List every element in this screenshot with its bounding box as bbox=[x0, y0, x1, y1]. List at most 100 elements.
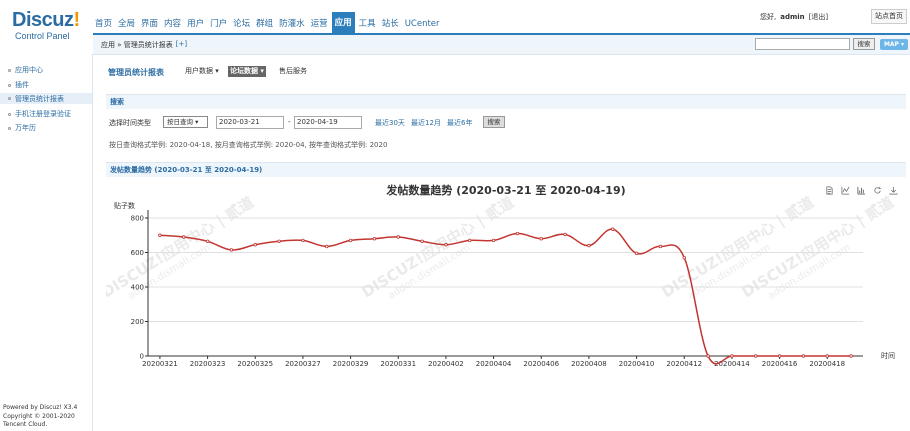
sidebar-item[interactable]: 插件 bbox=[8, 80, 29, 90]
time-type-select[interactable]: 按日查询 ▾ bbox=[163, 116, 208, 128]
date-from-input[interactable]: 2020-03-21 bbox=[216, 116, 284, 129]
greeting-prefix: 您好, bbox=[760, 13, 777, 21]
x-tick-label: 20200402 bbox=[428, 360, 464, 368]
nav-item[interactable]: UCenter bbox=[403, 14, 442, 34]
x-tick-label: 20200327 bbox=[285, 360, 321, 368]
data-point bbox=[372, 237, 377, 241]
data-point bbox=[563, 232, 567, 237]
nav-item[interactable]: 用户 bbox=[185, 14, 206, 34]
logout-link[interactable]: [退出] bbox=[809, 12, 828, 22]
nav-item[interactable]: 门户 bbox=[208, 14, 229, 34]
admin-search-input[interactable] bbox=[755, 38, 850, 50]
x-tick-label: 20200410 bbox=[619, 360, 655, 368]
nav-item[interactable]: 运营 bbox=[309, 14, 330, 34]
tab-forum-data[interactable]: 论坛数据 ▾ bbox=[228, 66, 266, 77]
last-30-days-link[interactable]: 最近30天 bbox=[375, 118, 405, 128]
top-nav: 首页 全局 界面 内容 用户 门户 论坛 群组 防灌水 运营 应用 工具 站长 UCenter bbox=[93, 10, 444, 34]
admin-search-button[interactable]: 搜索 bbox=[853, 38, 875, 50]
data-point bbox=[325, 244, 329, 249]
data-point bbox=[849, 354, 853, 358]
data-point bbox=[634, 251, 639, 256]
nav-item[interactable]: 防灌水 bbox=[277, 14, 307, 34]
data-point bbox=[158, 233, 162, 237]
y-tick-label: 600 bbox=[131, 249, 144, 257]
data-point bbox=[301, 238, 305, 243]
line-chart: DISCUZ!应用中心 | 贰道addon.dismall.com DISCUZ!… bbox=[106, 183, 898, 368]
nav-item[interactable]: 群组 bbox=[254, 14, 275, 34]
sidebar-item-label: 管理员统计报表 bbox=[15, 94, 64, 103]
data-point bbox=[706, 354, 710, 358]
nav-item[interactable]: 应用 bbox=[331, 12, 355, 34]
y-tick-label: 400 bbox=[131, 284, 144, 292]
powered-by: Powered by Discuz! X3.4 Copyright © 2001… bbox=[3, 404, 77, 430]
x-tick-label: 20200404 bbox=[476, 360, 512, 368]
data-point bbox=[348, 238, 353, 243]
x-tick-label: 20200406 bbox=[523, 360, 559, 368]
data-point bbox=[611, 227, 615, 231]
breadcrumb: 应用 » 管理员统计报表 [+] bbox=[101, 40, 187, 50]
search-section-header: 搜索 bbox=[106, 94, 906, 109]
nav-item[interactable]: 全局 bbox=[116, 14, 137, 34]
data-point bbox=[539, 237, 543, 241]
nav-item[interactable]: 论坛 bbox=[231, 14, 252, 34]
data-point bbox=[587, 243, 591, 248]
x-tick-label: 20200412 bbox=[666, 360, 702, 368]
powered-line-1: Powered by Discuz! X3.4 bbox=[3, 404, 78, 411]
site-home-button[interactable]: 站点首页 bbox=[871, 9, 907, 24]
sidebar-item[interactable]: 万年历 bbox=[8, 123, 36, 133]
powered-line-3: Tencent Cloud. bbox=[3, 421, 48, 428]
nav-item[interactable]: 首页 bbox=[93, 14, 114, 34]
x-tick-label: 20200418 bbox=[809, 360, 845, 368]
page-title: 管理员统计报表 bbox=[108, 68, 164, 77]
tab-user-data[interactable]: 用户数据 ▾ bbox=[183, 66, 221, 77]
data-point bbox=[730, 354, 734, 358]
sidebar-item[interactable]: 手机注册登录验证 bbox=[8, 109, 71, 119]
chart-title: 发帖数量趋势 (2020-03-21 至 2020-04-19) bbox=[385, 183, 625, 197]
data-point bbox=[468, 238, 472, 243]
bullet-icon bbox=[8, 112, 11, 116]
nav-item[interactable]: 站长 bbox=[380, 14, 401, 34]
add-shortcut-link[interactable]: [+] bbox=[176, 40, 187, 50]
chart-section-header: 发帖数量趋势 (2020-03-21 至 2020-04-19) bbox=[106, 162, 906, 177]
bullet-icon bbox=[8, 68, 11, 72]
data-point bbox=[515, 231, 520, 236]
map-button[interactable]: MAP ▾ bbox=[880, 39, 908, 50]
powered-line-2: Copyright © 2001-2020 bbox=[3, 412, 75, 420]
data-point bbox=[682, 255, 686, 260]
x-tick-label: 20200414 bbox=[714, 360, 750, 368]
sidebar-item-label: 应用中心 bbox=[15, 66, 43, 74]
x-tick-label: 20200408 bbox=[571, 360, 607, 368]
logo-text: Discuz bbox=[12, 9, 74, 31]
logo[interactable]: Discuz! bbox=[12, 9, 80, 32]
data-point bbox=[277, 239, 281, 243]
tab-after-sales[interactable]: 售后服务 bbox=[277, 66, 309, 77]
date-separator: - bbox=[288, 118, 291, 126]
x-tick-label: 20200329 bbox=[333, 360, 369, 368]
date-to-input[interactable]: 2020-04-19 bbox=[294, 116, 362, 129]
last-6-years-link[interactable]: 最近6年 bbox=[447, 118, 472, 128]
logo-bang: ! bbox=[73, 9, 80, 31]
format-hint: 按日查询格式举例: 2020-04-18, 按月查询格式举例: 2020-04,… bbox=[109, 141, 388, 149]
sidebar-item[interactable]: 管理员统计报表 bbox=[0, 93, 92, 104]
data-point bbox=[658, 244, 663, 249]
watermark-text: DISCUZ!应用中心 | 贰道 bbox=[359, 193, 518, 302]
query-button[interactable]: 搜索 bbox=[483, 116, 505, 128]
sidebar-item[interactable]: 应用中心 bbox=[8, 65, 43, 75]
last-12-months-link[interactable]: 最近12月 bbox=[411, 118, 441, 128]
x-tick-label: 20200323 bbox=[190, 360, 226, 368]
data-point bbox=[801, 354, 806, 358]
y-tick-label: 800 bbox=[131, 215, 144, 223]
data-point bbox=[777, 354, 782, 358]
x-tick-label: 20200325 bbox=[237, 360, 273, 368]
y-tick-label: 200 bbox=[131, 318, 144, 326]
username: admin bbox=[780, 13, 805, 21]
data-point bbox=[420, 239, 424, 243]
nav-item[interactable]: 界面 bbox=[139, 14, 160, 34]
nav-item[interactable]: 内容 bbox=[162, 14, 183, 34]
data-point bbox=[205, 239, 210, 243]
user-greeting: 您好, admin [退出] bbox=[760, 12, 828, 22]
nav-item[interactable]: 工具 bbox=[357, 14, 378, 34]
data-point bbox=[825, 354, 829, 358]
data-point bbox=[754, 354, 758, 358]
x-tick-label: 20200416 bbox=[762, 360, 798, 368]
